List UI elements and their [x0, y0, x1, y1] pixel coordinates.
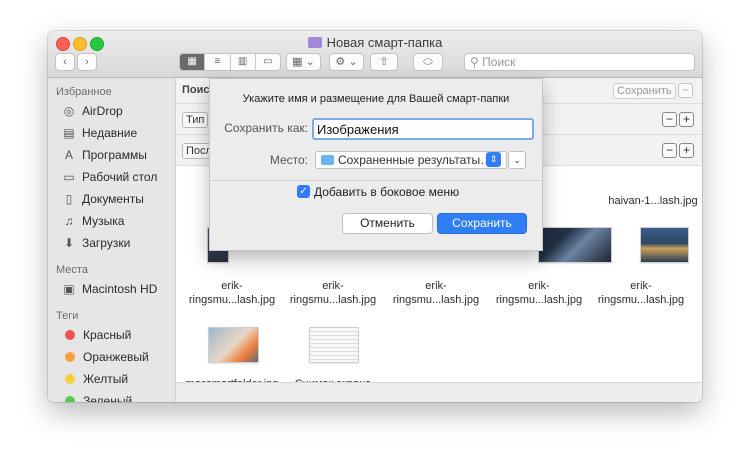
- forward-button[interactable]: ›: [77, 53, 97, 71]
- list-view-button[interactable]: ≡: [205, 54, 231, 70]
- tags-button[interactable]: ⬭: [413, 53, 443, 71]
- smart-folder-icon: [307, 37, 322, 48]
- chevron-down-icon: ⌄: [513, 155, 521, 165]
- places-header: Места: [56, 264, 88, 276]
- sidebar-tag-yellow[interactable]: Желтый: [62, 370, 128, 388]
- remove-rule-button[interactable]: −: [662, 112, 677, 127]
- sidebar-item-music[interactable]: ♫ Музыка: [62, 212, 125, 230]
- file-label-erik-4[interactable]: erik-ringsmu...lash.jpg: [491, 279, 587, 307]
- disk-icon: ▣: [63, 282, 75, 296]
- icon-view-button[interactable]: ▦: [180, 54, 206, 70]
- location-popup-chevron-icon[interactable]: ⇕: [486, 152, 501, 167]
- sidebar-item-applications[interactable]: A Программы: [62, 146, 147, 164]
- group-by-button[interactable]: ▦ ⌄: [286, 53, 321, 71]
- orange-tag-dot: [65, 352, 75, 362]
- view-mode-segmented: ▦ ≡ ▥ ▭: [179, 53, 281, 71]
- tags-header: Теги: [56, 310, 79, 322]
- action-menu-button[interactable]: ⚙ ⌄: [329, 53, 364, 71]
- expand-dialog-button[interactable]: ⌄: [508, 151, 526, 169]
- desktop-icon: ▭: [63, 170, 75, 184]
- location-label: Место:: [269, 153, 308, 167]
- add-to-sidebar-checkbox[interactable]: ✓: [297, 185, 310, 198]
- share-icon: ⇧: [379, 56, 389, 68]
- sidebar-tag-green[interactable]: Зеленый: [62, 392, 132, 402]
- applications-icon: A: [64, 148, 73, 162]
- save-search-button[interactable]: Сохранить: [613, 83, 676, 99]
- add-rule-button[interactable]: +: [679, 112, 694, 127]
- share-button[interactable]: ⇧: [370, 53, 398, 71]
- folder-icon: [321, 155, 334, 165]
- save-button[interactable]: Сохранить: [437, 213, 527, 234]
- documents-icon: ▯: [65, 192, 73, 206]
- tag-icon: ⬭: [423, 56, 433, 68]
- back-button[interactable]: ‹: [55, 53, 75, 71]
- add-to-sidebar-label[interactable]: Добавить в боковое меню: [314, 185, 459, 199]
- sidebar-item-downloads[interactable]: ⬇ Загрузки: [62, 234, 130, 252]
- save-as-input[interactable]: [312, 118, 534, 140]
- gallery-view-button[interactable]: ▭: [255, 54, 280, 70]
- kind-criteria-popup[interactable]: Тип: [182, 112, 209, 128]
- gear-icon: ⚙ ⌄: [335, 56, 358, 68]
- status-bar: [176, 382, 702, 402]
- recents-icon: ▤: [63, 126, 75, 140]
- search-placeholder: Поиск: [482, 55, 516, 69]
- file-label-erik-3[interactable]: erik-ringsmu...lash.jpg: [388, 279, 484, 307]
- favorites-header: Избранное: [56, 86, 112, 98]
- sidebar-item-airdrop[interactable]: ◎ AirDrop: [62, 102, 123, 120]
- group-icon: ▦ ⌄: [292, 56, 315, 68]
- file-thumbnail-screenshot[interactable]: [310, 328, 358, 362]
- sidebar: Избранное ◎ AirDrop ▤ Недавние A Программы …: [48, 78, 176, 402]
- downloads-icon: ⬇: [63, 236, 75, 250]
- search-field[interactable]: ⚲ Поиск: [464, 53, 695, 71]
- dialog-separator: [210, 180, 542, 181]
- sidebar-item-macintosh-hd[interactable]: ▣ Macintosh HD: [62, 280, 157, 298]
- remove-criteria-button[interactable]: −: [678, 83, 693, 98]
- remove-rule-button-2[interactable]: −: [662, 143, 677, 158]
- search-icon: ⚲: [470, 55, 479, 69]
- cancel-button[interactable]: Отменить: [342, 213, 433, 234]
- file-label-erik-5[interactable]: erik-ringsmu...lash.jpg: [593, 279, 689, 307]
- add-rule-button-2[interactable]: +: [679, 143, 694, 158]
- save-smart-folder-dialog: Укажите имя и размещение для Вашей смарт…: [209, 78, 543, 251]
- file-label-haivan[interactable]: haivan-1...lash.jpg: [605, 194, 701, 208]
- yellow-tag-dot: [65, 374, 75, 384]
- green-tag-dot: [65, 396, 75, 402]
- file-thumbnail-erik-5[interactable]: [641, 228, 688, 262]
- sidebar-tag-red[interactable]: Красный: [62, 326, 131, 344]
- sidebar-item-recents[interactable]: ▤ Недавние: [62, 124, 137, 142]
- music-icon: ♫: [64, 214, 74, 228]
- file-label-erik-1[interactable]: erik-ringsmu...lash.jpg: [184, 279, 280, 307]
- location-popup[interactable]: Сохраненные результаты…: [315, 151, 507, 169]
- save-as-label: Сохранить как:: [224, 121, 308, 135]
- window-title: Новая смарт-папка: [48, 35, 702, 50]
- sidebar-item-documents[interactable]: ▯ Документы: [62, 190, 144, 208]
- column-view-button[interactable]: ▥: [230, 54, 256, 70]
- chevron-right-icon: ›: [85, 56, 89, 68]
- file-thumbnail-erik-4[interactable]: [539, 228, 611, 262]
- file-label-erik-2[interactable]: erik-ringsmu...lash.jpg: [285, 279, 381, 307]
- sidebar-item-desktop[interactable]: ▭ Рабочий стол: [62, 168, 157, 186]
- checkmark-icon: ✓: [299, 186, 308, 197]
- dialog-header: Укажите имя и размещение для Вашей смарт…: [242, 93, 510, 105]
- chevron-left-icon: ‹: [63, 56, 67, 68]
- titlebar: Новая смарт-папка ‹ › ▦ ≡ ▥ ▭ ▦ ⌄ ⚙ ⌄ ⇧ …: [48, 31, 702, 78]
- file-thumbnail-macsmartfolder[interactable]: [209, 328, 258, 362]
- search-scope-label: Поис: [182, 84, 210, 96]
- airdrop-icon: ◎: [63, 104, 75, 118]
- red-tag-dot: [65, 330, 75, 340]
- sidebar-tag-orange[interactable]: Оранжевый: [62, 348, 149, 366]
